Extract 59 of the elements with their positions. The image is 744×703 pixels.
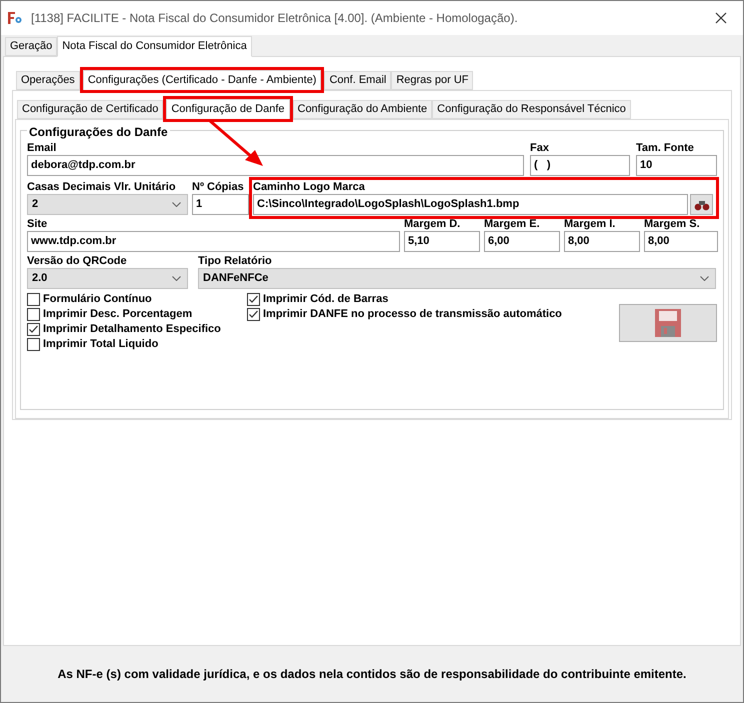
text-field[interactable]: 5,10 — [404, 231, 480, 252]
chevron-down-icon — [172, 276, 181, 281]
tab[interactable]: Operações — [16, 71, 80, 90]
dropdown[interactable]: 2.0 — [27, 268, 188, 289]
footer-notice: As NF-e (s) com validade jurídica, e os dados nela contidos são de responsabilidade do contribuinte emitente. — [58, 666, 686, 683]
checkbox[interactable] — [27, 338, 40, 351]
text-field[interactable]: debora@tdp.com.br — [27, 155, 524, 176]
field-label: Email — [27, 141, 58, 155]
text-field[interactable]: 1 — [192, 194, 249, 215]
annotation-arrow — [207, 118, 265, 168]
field-label: Site — [27, 217, 48, 231]
checkbox-label: Imprimir Cód. de Barras — [263, 292, 388, 308]
save-button[interactable] — [619, 304, 717, 342]
tab[interactable]: Configuração do Responsável Técnico — [432, 100, 631, 119]
field-label: Margem D. — [404, 217, 462, 231]
checkbox[interactable] — [247, 293, 260, 306]
dropdown[interactable]: DANFeNFCe — [198, 268, 716, 289]
checkbox[interactable] — [27, 293, 40, 306]
text-field[interactable]: ( ) — [530, 155, 630, 176]
checkbox-label: Imprimir Desc. Porcentagem — [43, 307, 192, 322]
tab[interactable]: Configuração do Ambiente — [292, 100, 432, 119]
chevron-down-icon — [172, 202, 181, 207]
field-label: Margem S. — [644, 217, 701, 231]
tab[interactable]: Conf. Email — [324, 71, 392, 90]
text-field[interactable]: 8,00 — [564, 231, 640, 252]
tab[interactable]: Configuração de Certificado — [17, 100, 164, 119]
app-logo-icon — [7, 10, 23, 26]
chevron-down-icon — [700, 276, 709, 281]
field-label: Margem I. — [564, 217, 616, 231]
field-label: Tam. Fonte — [636, 141, 695, 155]
binoculars-icon — [694, 198, 710, 210]
tab[interactable]: Configurações (Certificado - Danfe - Ambiente) — [82, 70, 322, 91]
field-label: Caminho Logo Marca — [253, 180, 366, 194]
checkbox-label: Imprimir Total Liquido — [43, 337, 158, 352]
checkbox[interactable] — [27, 323, 40, 336]
tab[interactable]: Configuração de Danfe — [166, 99, 290, 120]
field-label: Versão do QRCode — [27, 254, 128, 268]
field-label: Casas Decimais Vlr. Unitário — [27, 180, 177, 194]
field-label: Nº Cópias — [192, 180, 245, 194]
close-icon[interactable] — [715, 12, 727, 24]
window-title: [1138] FACILITE - Nota Fiscal do Consumidor Eletrônica [4.00]. (Ambiente - Homologação). — [31, 10, 518, 27]
checkbox-label: Imprimir Detalhamento Especifico — [43, 322, 221, 338]
tab[interactable]: Regras por UF — [391, 71, 474, 90]
checkbox[interactable] — [247, 308, 260, 321]
text-field[interactable]: 6,00 — [484, 231, 560, 252]
tab[interactable]: Geração — [5, 37, 58, 56]
field-label: Tipo Relatório — [198, 254, 273, 268]
browse-button[interactable] — [690, 194, 713, 215]
checkbox[interactable] — [27, 308, 40, 321]
field-label: Margem E. — [484, 217, 541, 231]
field-label: Fax — [530, 141, 550, 155]
text-field[interactable]: www.tdp.com.br — [27, 231, 400, 252]
checkbox-label: Formulário Contínuo — [43, 292, 152, 308]
dropdown[interactable]: 2 — [27, 194, 188, 215]
text-field[interactable]: 10 — [636, 155, 717, 176]
text-field[interactable]: C:\Sinco\Integrado\LogoSplash\LogoSplash1.bmp — [253, 194, 688, 215]
checkbox-label: Imprimir DANFE no processo de transmissão automático — [263, 307, 562, 322]
tab[interactable]: Nota Fiscal do Consumidor Eletrônica — [57, 36, 252, 57]
text-field[interactable]: 8,00 — [644, 231, 718, 252]
